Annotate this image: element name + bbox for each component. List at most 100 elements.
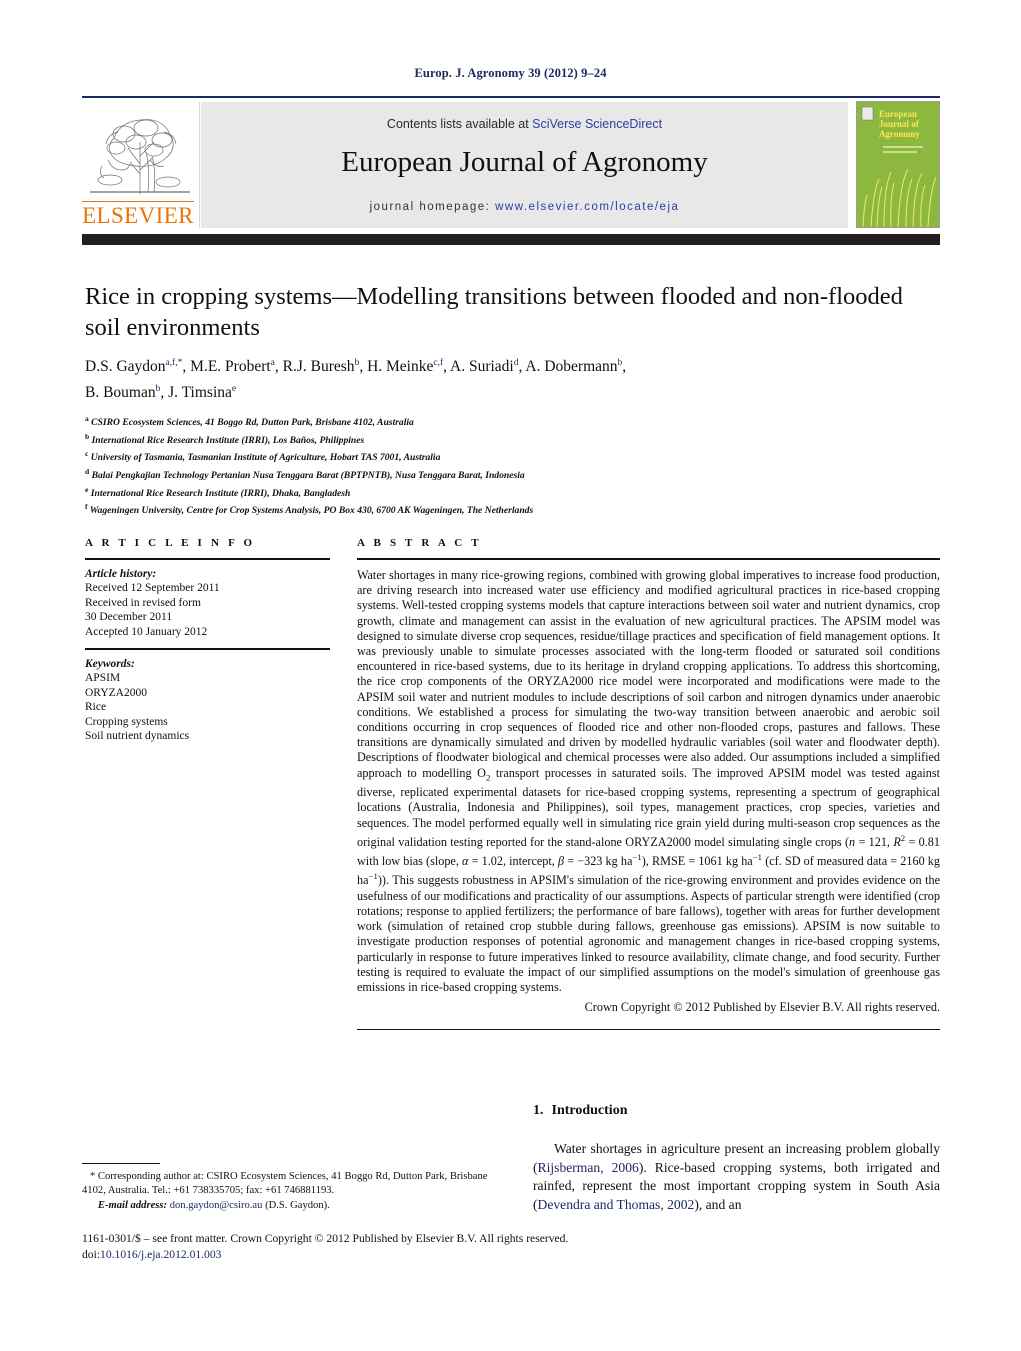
article-info-heading: A R T I C L E I N F O bbox=[85, 537, 256, 549]
affiliation-text: International Rice Research Institute (I… bbox=[91, 434, 365, 446]
journal-cover-thumbnail[interactable]: European Journal of Agronomy bbox=[856, 101, 940, 228]
author-name: , J. Timsina bbox=[160, 384, 232, 402]
article-history-label: Article history: bbox=[85, 568, 157, 580]
introduction-paragraph: Water shortages in agriculture present a… bbox=[533, 1140, 940, 1214]
keyword-item: ORYZA2000 bbox=[85, 686, 147, 699]
keywords-label: Keywords: bbox=[85, 658, 135, 671]
author-name: B. Bouman bbox=[85, 384, 156, 402]
keyword-item: APSIM bbox=[85, 672, 121, 685]
corresponding-text: Corresponding author at: CSIRO Ecosystem… bbox=[82, 1171, 488, 1197]
author-name: , H. Meinke bbox=[359, 358, 434, 376]
stat-sd-exponent: −1 bbox=[368, 871, 378, 882]
keyword-item: Rice bbox=[85, 701, 107, 714]
elsevier-wordmark: ELSEVIER bbox=[82, 201, 194, 228]
affiliation-marker: e bbox=[85, 484, 89, 494]
author-name: , A. Dobermann bbox=[518, 358, 618, 376]
keywords-block: Keywords: APSIM ORYZA2000 Rice Cropping … bbox=[85, 657, 330, 743]
imprint-block: 1161-0301/$ – see front matter. Crown Co… bbox=[82, 1231, 682, 1263]
author-name: , R.J. Buresh bbox=[274, 358, 355, 376]
email-owner: (D.S. Gaydon). bbox=[265, 1199, 330, 1211]
affiliation-marker: d bbox=[85, 467, 90, 477]
svg-text:European: European bbox=[879, 109, 917, 119]
page-title: Rice in cropping systems—Modelling trans… bbox=[85, 283, 903, 341]
doi-label: doi: bbox=[82, 1248, 101, 1261]
masthead-top-rule bbox=[82, 96, 940, 98]
affiliation-text: CSIRO Ecosystem Sciences, 41 Boggo Rd, D… bbox=[91, 417, 414, 429]
stat-alpha-value: = 1.02, intercept, bbox=[468, 854, 558, 869]
affiliation-marker: f bbox=[85, 502, 88, 512]
elsevier-logo: ELSEVIER bbox=[82, 102, 200, 228]
contents-list-line: Contents lists available at SciVerse Sci… bbox=[201, 117, 848, 131]
affiliation-marker: c bbox=[85, 449, 89, 459]
affiliation-item: e International Rice Research Institute … bbox=[85, 483, 940, 501]
affiliation-item: f Wageningen University, Centre for Crop… bbox=[85, 500, 940, 518]
article-info-column: A R T I C L E I N F O Article history: R… bbox=[85, 537, 330, 743]
citation-link[interactable]: Rijsberman, 2006 bbox=[538, 1160, 639, 1175]
elsevier-tree-icon bbox=[90, 119, 190, 194]
abstract-copyright: Crown Copyright © 2012 Published by Else… bbox=[584, 1000, 940, 1015]
author-affil-marker: e bbox=[231, 384, 237, 395]
article-info-rule-top bbox=[85, 558, 330, 560]
doi-link[interactable]: 10.1016/j.eja.2012.01.003 bbox=[100, 1248, 221, 1261]
abstract-column: A B S T R A C T Water shortages in many … bbox=[357, 537, 940, 1031]
contents-prefix: Contents lists available at bbox=[386, 117, 533, 131]
journal-title: European Journal of Agronomy bbox=[341, 146, 708, 178]
author-affil-marker: a,f,* bbox=[165, 358, 183, 368]
stat-n-value: = 121, bbox=[855, 834, 894, 849]
article-history-item: Received 12 September 2011 bbox=[85, 582, 220, 595]
article-history-block: Article history: Received 12 September 2… bbox=[85, 567, 330, 639]
paper-page: Europ. J. Agronomy 39 (2012) 9–24 ELSEVI… bbox=[0, 0, 1021, 1351]
keyword-item: Cropping systems bbox=[85, 715, 168, 728]
abstract-heading: A B S T R A C T bbox=[357, 537, 482, 549]
masthead-center-box: Contents lists available at SciVerse Sci… bbox=[201, 102, 848, 228]
author-name: , M.E. Probert bbox=[182, 358, 271, 376]
imprint-line: 1161-0301/$ – see front matter. Crown Co… bbox=[82, 1232, 569, 1245]
keyword-item: Soil nutrient dynamics bbox=[85, 730, 190, 743]
citation-link[interactable]: Devendra and Thomas, 2002 bbox=[538, 1197, 695, 1212]
affiliation-list: a CSIRO Ecosystem Sciences, 41 Boggo Rd,… bbox=[85, 412, 940, 518]
stat-r-symbol: R bbox=[893, 834, 901, 849]
affiliation-marker: b bbox=[85, 431, 90, 441]
abstract-part-1: Water shortages in many rice-growing reg… bbox=[357, 568, 940, 780]
affiliation-marker: a bbox=[85, 414, 89, 423]
svg-text:Agronomy: Agronomy bbox=[879, 129, 920, 139]
affiliation-item: b International Rice Research Institute … bbox=[85, 430, 940, 448]
corresponding-author-footnote: * Corresponding author at: CSIRO Ecosyst… bbox=[82, 1170, 512, 1213]
intro-text-c: ), and an bbox=[694, 1196, 742, 1212]
stat-rmse: ), RMSE = 1061 kg ha bbox=[641, 854, 753, 869]
author-name: , A. Suriadi bbox=[443, 358, 514, 376]
section-heading-introduction: 1. Introduction bbox=[533, 1103, 627, 1119]
masthead-black-bar bbox=[82, 234, 940, 245]
author-affil-marker: b bbox=[617, 358, 623, 368]
author-list: D.S. Gaydona,f,*, M.E. Proberta, R.J. Bu… bbox=[85, 358, 627, 402]
stat-beta-value: = −323 kg ha bbox=[564, 854, 633, 869]
sciencedirect-link[interactable]: SciVerse ScienceDirect bbox=[532, 117, 662, 131]
doi-line: doi:10.1016/j.eja.2012.01.003 bbox=[82, 1247, 682, 1263]
abstract-part-3: )). This suggests robustness in APSIM's … bbox=[357, 873, 940, 994]
affiliation-text: Balai Pengkajian Technology Pertanian Nu… bbox=[91, 470, 525, 482]
affiliation-item: c University of Tasmania, Tasmanian Inst… bbox=[85, 447, 940, 465]
affiliation-text: University of Tasmania, Tasmanian Instit… bbox=[90, 452, 441, 464]
section-number: 1. bbox=[533, 1103, 544, 1118]
stat-beta-exponent: −1 bbox=[632, 852, 642, 863]
abstract-body: Water shortages in many rice-growing reg… bbox=[357, 568, 940, 995]
corresponding-marker: * bbox=[89, 1171, 96, 1182]
affiliation-item: d Balai Pengkajian Technology Pertanian … bbox=[85, 465, 940, 483]
journal-homepage-line: journal homepage: www.elsevier.com/locat… bbox=[201, 201, 848, 213]
abstract-rule-bottom bbox=[357, 1029, 940, 1031]
journal-masthead: ELSEVIER Contents lists available at Sci… bbox=[82, 96, 940, 229]
article-info-rule-mid bbox=[85, 648, 330, 651]
homepage-url-link[interactable]: www.elsevier.com/locate/eja bbox=[495, 201, 679, 213]
cover-artwork: European Journal of Agronomy bbox=[857, 102, 939, 227]
email-link[interactable]: don.gaydon@csiro.au bbox=[170, 1200, 263, 1211]
author-name: D.S. Gaydon bbox=[85, 358, 166, 376]
article-history-item: 30 December 2011 bbox=[85, 611, 173, 624]
affiliation-text: Wageningen University, Centre for Crop S… bbox=[89, 505, 534, 517]
svg-text:Journal of: Journal of bbox=[879, 119, 920, 129]
footnote-rule bbox=[82, 1163, 160, 1164]
affiliation-item: a CSIRO Ecosystem Sciences, 41 Boggo Rd,… bbox=[85, 412, 940, 430]
author-affil-marker: c,f bbox=[433, 358, 444, 368]
email-label: E-mail address: bbox=[97, 1199, 168, 1211]
stat-rmse-exponent: −1 bbox=[752, 852, 763, 863]
affiliation-text: International Rice Research Institute (I… bbox=[90, 487, 351, 499]
